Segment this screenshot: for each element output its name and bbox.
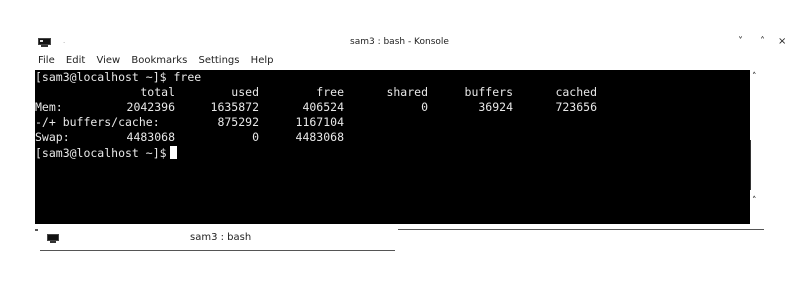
tabbar: sam3 : bash <box>35 229 395 251</box>
mem-row: Mem: 2042396 1635872 406524 0 36924 7236… <box>35 100 750 115</box>
scroll-down-arrow-icon[interactable]: ˄ <box>752 195 757 207</box>
maximize-button[interactable]: ˄ <box>760 37 765 47</box>
prompt-text: [sam3@localhost ~]$ <box>35 146 167 160</box>
mem-label: Mem: <box>35 100 63 114</box>
mem-free: 406524 <box>302 100 344 114</box>
buffers-cache-used: 875292 <box>217 115 259 129</box>
menu-view[interactable]: View <box>96 55 120 66</box>
command-line: [sam3@localhost ~]$ free <box>35 70 202 84</box>
mem-used: 1635872 <box>210 100 259 114</box>
menu-settings[interactable]: Settings <box>198 55 239 66</box>
header-total: total <box>140 85 175 99</box>
tab-label: sam3 : bash <box>190 232 252 243</box>
tabbar-corner-mark <box>35 229 38 231</box>
mem-cached: 723656 <box>555 100 597 114</box>
header-cached: cached <box>555 85 597 99</box>
terminal-output[interactable]: [sam3@localhost ~]$ free total used free… <box>35 70 750 224</box>
buffers-cache-free: 1167104 <box>295 115 344 129</box>
minimize-button[interactable]: ˅ <box>738 37 743 47</box>
mem-shared: 0 <box>421 100 428 114</box>
window-title: sam3 : bash - Konsole <box>350 37 449 47</box>
text-cursor <box>169 146 177 159</box>
header-free: free <box>316 85 344 99</box>
swap-label: Swap: <box>35 130 70 144</box>
prompt-line: [sam3@localhost ~]$ <box>35 146 177 160</box>
mem-total: 2042396 <box>126 100 175 114</box>
buffers-cache-row: -/+ buffers/cache: 875292 1167104 <box>35 115 750 130</box>
menu-bookmarks[interactable]: Bookmarks <box>131 55 187 66</box>
menubar: File Edit View Bookmarks Settings Help <box>38 55 281 68</box>
scrollbar-track[interactable] <box>750 140 751 190</box>
menu-edit[interactable]: Edit <box>66 55 85 66</box>
swap-row: Swap: 4483068 0 4483068 <box>35 130 750 145</box>
buffers-cache-label: -/+ buffers/cache: <box>35 115 160 129</box>
header-shared: shared <box>386 85 428 99</box>
tab-sam3-bash[interactable]: sam3 : bash <box>40 231 395 251</box>
close-button[interactable]: × <box>778 37 786 47</box>
swap-free: 4483068 <box>295 130 344 144</box>
terminal-tab-icon <box>47 234 59 243</box>
free-header-row: total used free shared buffers cached <box>35 85 750 100</box>
menu-file[interactable]: File <box>38 55 55 66</box>
swap-used: 0 <box>252 130 259 144</box>
header-buffers: buffers <box>464 85 513 99</box>
header-used: used <box>231 85 259 99</box>
mem-buffers: 36924 <box>478 100 513 114</box>
terminal-scrollbar[interactable]: ˄ ˄ <box>750 70 762 224</box>
window-titlebar[interactable]: · sam3 : bash - Konsole ˅ ˄ × <box>0 0 799 50</box>
swap-total: 4483068 <box>126 130 175 144</box>
menu-help[interactable]: Help <box>251 55 274 66</box>
scroll-up-arrow-icon[interactable]: ˄ <box>752 71 757 83</box>
tabbar-separator <box>398 229 764 230</box>
